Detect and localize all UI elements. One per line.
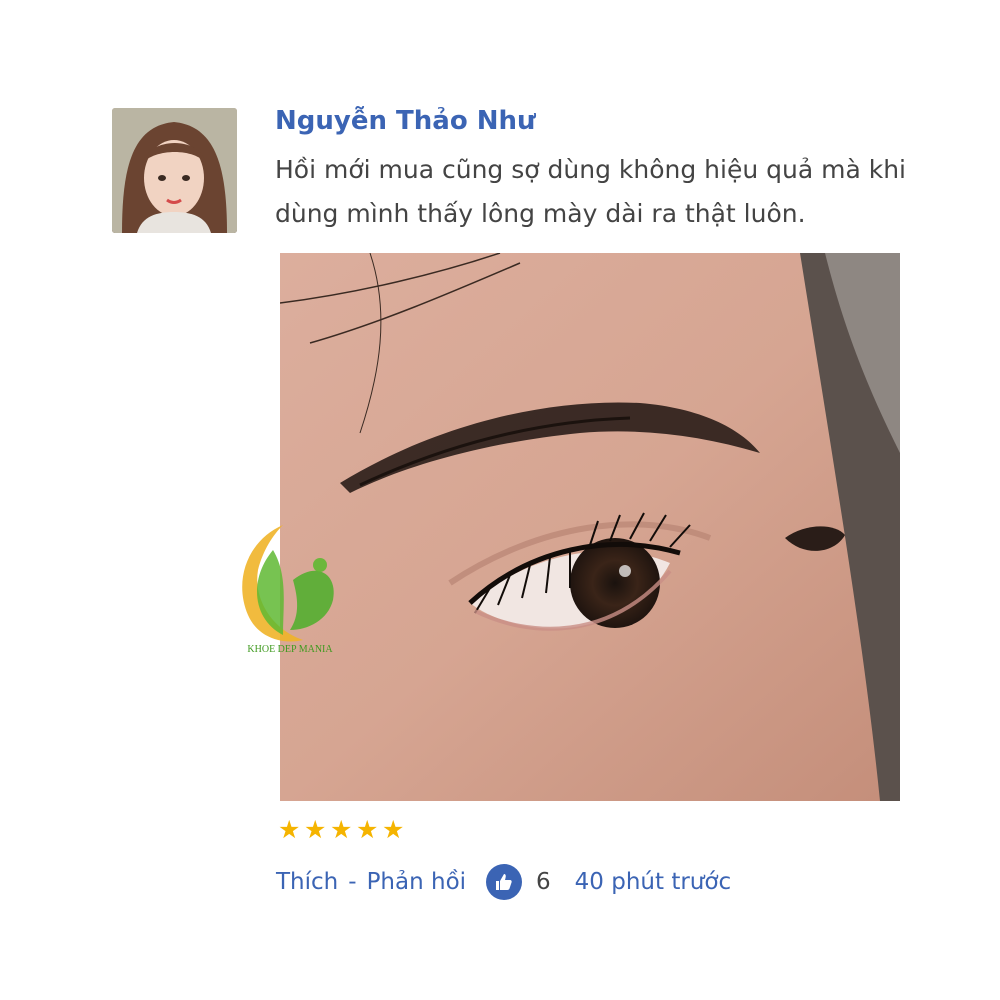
like-link[interactable]: Thích — [276, 869, 338, 895]
rating-stars: ★ ★ ★ ★ ★ — [278, 815, 406, 848]
star-icon: ★ — [304, 815, 327, 844]
like-count: 6 — [536, 869, 551, 895]
star-icon: ★ — [382, 815, 405, 844]
star-icon: ★ — [278, 815, 301, 844]
eye-closeup-image — [280, 253, 900, 801]
avatar-photo — [112, 108, 237, 233]
star-icon: ★ — [356, 815, 379, 844]
reply-link[interactable]: Phản hồi — [367, 869, 466, 895]
review-photo[interactable] — [280, 253, 900, 801]
star-icon: ★ — [330, 815, 353, 844]
avatar[interactable] — [112, 108, 237, 233]
action-separator: - — [348, 869, 357, 895]
author-name[interactable]: Nguyễn Thảo Như — [275, 106, 536, 136]
comment-text: Hồi mới mua cũng sợ dùng không hiệu quả … — [275, 155, 906, 228]
comment-time[interactable]: 40 phút trước — [575, 869, 731, 895]
comment-actions: Thích - Phản hồi 6 40 phút trước — [276, 862, 731, 902]
thumbs-up-icon[interactable] — [486, 864, 523, 900]
